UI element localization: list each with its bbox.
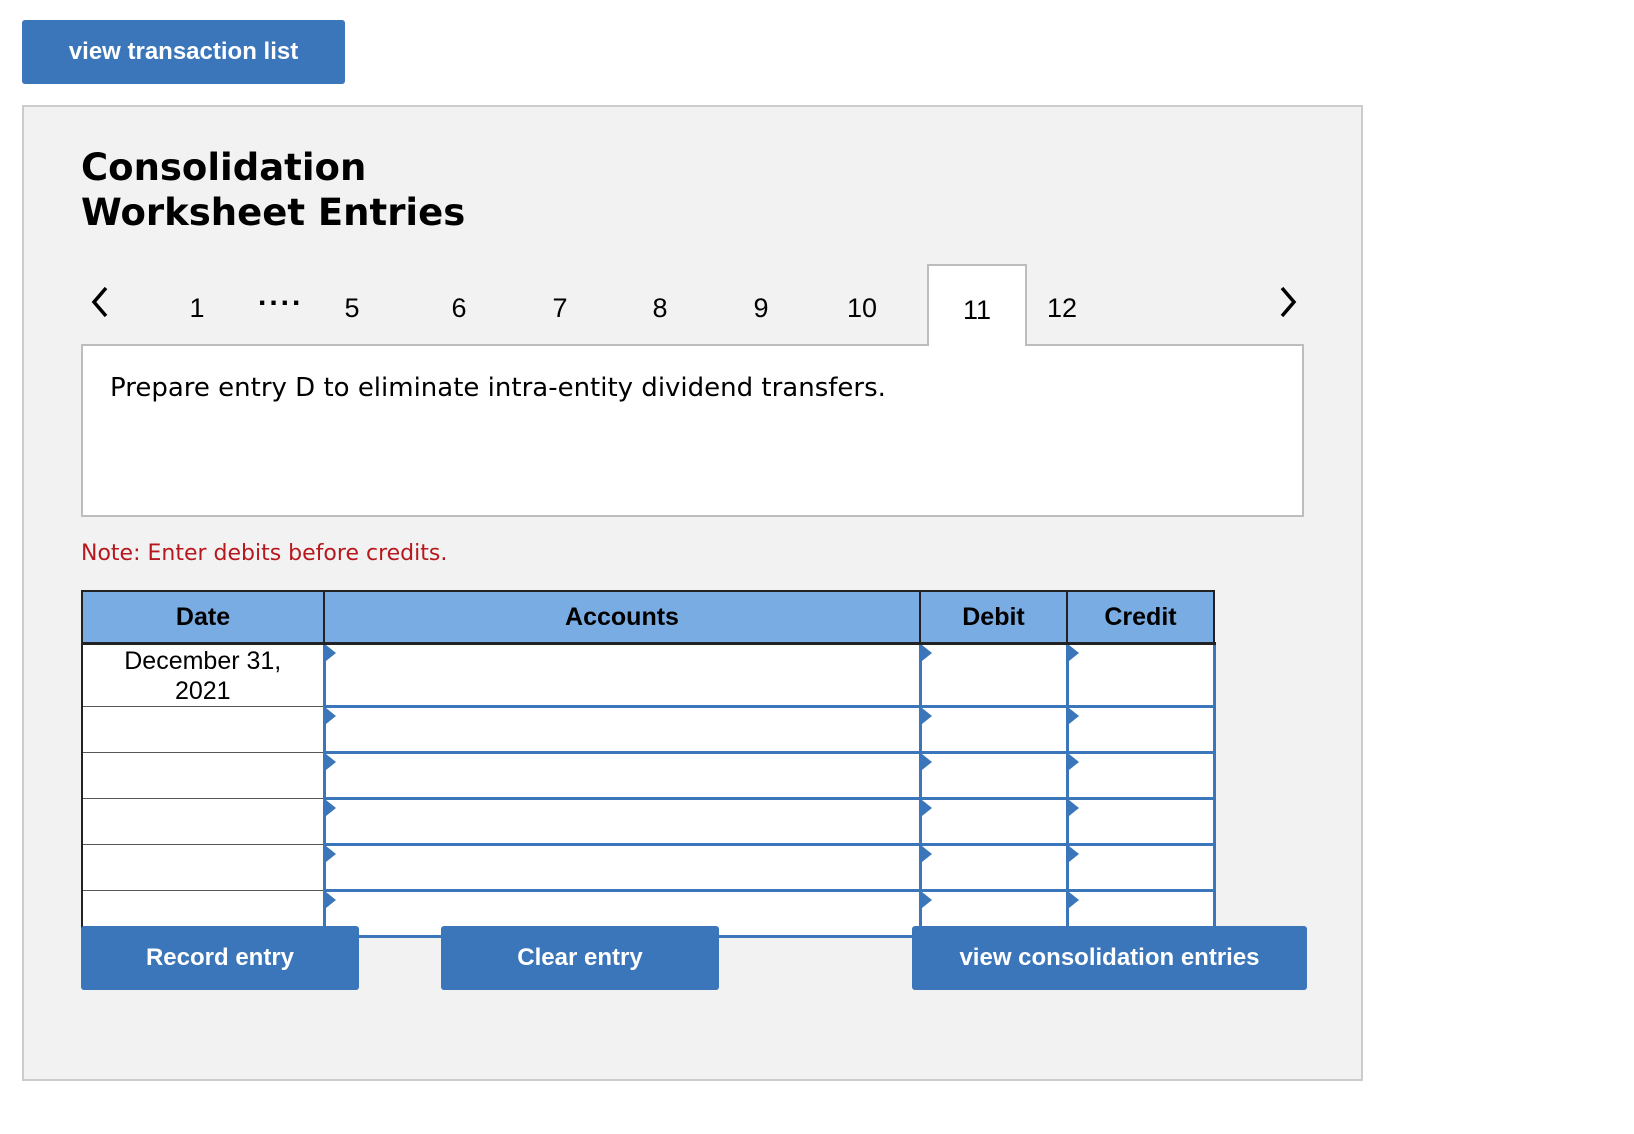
worksheet-panel: Consolidation Worksheet Entries 1 .... 5… — [22, 105, 1363, 1081]
account-input[interactable] — [325, 808, 919, 835]
note-text: Note: Enter debits before credits. — [81, 541, 448, 566]
cell-marker-icon — [1068, 708, 1079, 724]
debit-cell[interactable] — [918, 642, 1069, 708]
credit-cell[interactable] — [1065, 751, 1216, 800]
journal-entry-table: Date Accounts Debit Credit December 31, 2… — [81, 590, 1216, 938]
date-cell: December 31, 2021 — [81, 643, 325, 707]
table-row — [81, 797, 1216, 846]
date-cell — [81, 706, 325, 753]
cell-marker-icon — [1068, 846, 1079, 862]
cell-marker-icon — [921, 645, 932, 661]
header-accounts: Accounts — [323, 590, 921, 645]
prev-tab-button[interactable] — [82, 277, 118, 327]
cell-marker-icon — [921, 892, 932, 908]
date-line-2: 2021 — [174, 676, 231, 705]
tab-12[interactable]: 12 — [1012, 264, 1112, 344]
prompt-box: Prepare entry D to eliminate intra-entit… — [81, 344, 1304, 517]
view-transaction-list-button[interactable]: view transaction list — [22, 20, 345, 84]
cell-marker-icon — [325, 892, 336, 908]
account-cell[interactable] — [322, 797, 922, 846]
credit-input[interactable] — [1068, 716, 1213, 743]
view-consolidation-entries-button[interactable]: view consolidation entries — [912, 926, 1307, 990]
credit-cell[interactable] — [1065, 843, 1216, 892]
debit-input[interactable] — [921, 900, 1066, 927]
cell-marker-icon — [325, 754, 336, 770]
cell-marker-icon — [325, 846, 336, 862]
account-input[interactable] — [325, 662, 919, 688]
cell-marker-icon — [921, 800, 932, 816]
cell-marker-icon — [1068, 754, 1079, 770]
debit-cell[interactable] — [918, 705, 1069, 754]
credit-input[interactable] — [1068, 808, 1213, 835]
tab-8[interactable]: 8 — [610, 264, 710, 344]
cell-marker-icon — [921, 846, 932, 862]
cell-marker-icon — [1068, 892, 1079, 908]
credit-cell[interactable] — [1065, 705, 1216, 754]
title-line-1: Consolidation — [81, 146, 367, 189]
debit-input[interactable] — [921, 762, 1066, 789]
table-row — [81, 705, 1216, 754]
account-input[interactable] — [325, 900, 919, 927]
tab-9[interactable]: 9 — [711, 264, 811, 344]
credit-cell[interactable] — [1065, 642, 1216, 708]
prompt-text: Prepare entry D to eliminate intra-entit… — [110, 373, 886, 403]
account-input[interactable] — [325, 716, 919, 743]
tab-5[interactable]: 5 — [302, 264, 402, 344]
account-cell[interactable] — [322, 642, 922, 708]
tab-7[interactable]: 7 — [510, 264, 610, 344]
credit-input[interactable] — [1068, 762, 1213, 789]
table-header-row: Date Accounts Debit Credit — [81, 590, 1215, 645]
debit-cell[interactable] — [918, 797, 1069, 846]
account-input[interactable] — [325, 854, 919, 881]
tab-1[interactable]: 1 — [147, 264, 247, 344]
account-input[interactable] — [325, 762, 919, 789]
cell-marker-icon — [1068, 645, 1079, 661]
cell-marker-icon — [325, 708, 336, 724]
debit-cell[interactable] — [918, 751, 1069, 800]
header-debit: Debit — [919, 590, 1068, 645]
debit-input[interactable] — [921, 662, 1066, 688]
tab-6[interactable]: 6 — [409, 264, 509, 344]
chevron-right-icon — [1280, 286, 1297, 318]
debit-cell[interactable] — [918, 843, 1069, 892]
cell-marker-icon — [325, 800, 336, 816]
tab-10[interactable]: 10 — [812, 264, 912, 344]
cell-marker-icon — [921, 754, 932, 770]
credit-input[interactable] — [1068, 854, 1213, 881]
tab-ellipsis: .... — [258, 279, 304, 312]
title-line-2: Worksheet Entries — [81, 191, 466, 234]
cell-marker-icon — [325, 645, 336, 661]
table-row — [81, 843, 1216, 892]
next-tab-button[interactable] — [1270, 277, 1306, 327]
cell-marker-icon — [921, 708, 932, 724]
table-row — [81, 751, 1216, 800]
credit-cell[interactable] — [1065, 797, 1216, 846]
chevron-left-icon — [91, 286, 108, 318]
tab-11-active[interactable]: 11 — [927, 264, 1027, 346]
header-date: Date — [81, 590, 325, 645]
table-row: December 31, 2021 — [81, 642, 1216, 708]
clear-entry-button[interactable]: Clear entry — [441, 926, 719, 990]
header-credit: Credit — [1066, 590, 1215, 645]
date-line-1: December 31, — [124, 646, 282, 675]
date-cell — [81, 844, 325, 891]
page-title: Consolidation Worksheet Entries — [81, 145, 465, 235]
date-cell — [81, 798, 325, 845]
account-cell[interactable] — [322, 751, 922, 800]
account-cell[interactable] — [322, 843, 922, 892]
credit-input[interactable] — [1068, 662, 1213, 688]
cell-marker-icon — [1068, 800, 1079, 816]
debit-input[interactable] — [921, 854, 1066, 881]
account-cell[interactable] — [322, 705, 922, 754]
debit-input[interactable] — [921, 716, 1066, 743]
record-entry-button[interactable]: Record entry — [81, 926, 359, 990]
date-cell — [81, 752, 325, 799]
credit-input[interactable] — [1068, 900, 1213, 927]
debit-input[interactable] — [921, 808, 1066, 835]
